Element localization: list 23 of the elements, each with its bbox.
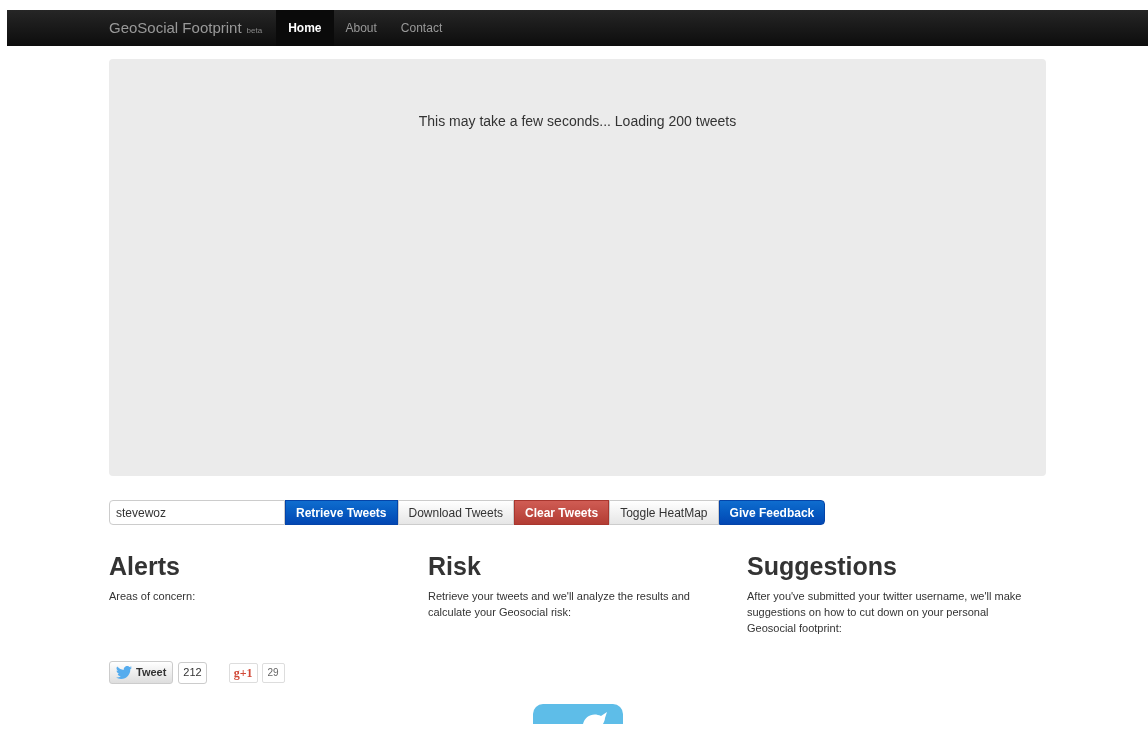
section-heading: Alerts: [109, 551, 181, 581]
plus-one-count: 29: [261, 662, 285, 683]
action-button[interactable]: Give Feedback: [718, 500, 826, 525]
section-text: Areas of concern:: [109, 589, 197, 604]
nav-link[interactable]: Home: [276, 10, 334, 46]
nav-link[interactable]: Contact: [388, 10, 455, 46]
beta-label: beta: [246, 24, 263, 37]
section-text: After you've submitted your twitter username, we'll make suggestions on how to cut down on your personal Geosocial footprint:: [747, 589, 1023, 636]
username-field[interactable]: stevewoz: [109, 500, 285, 525]
plus-one-button[interactable]: g+1: [228, 662, 258, 683]
section-heading: Suggestions: [747, 551, 898, 581]
bird-icon: [116, 666, 132, 679]
action-button[interactable]: Download Tweets: [397, 500, 514, 525]
section-text: Retrieve your tweets and we'll analyze the results and calculate your Geosocial risk:: [428, 589, 691, 620]
loading-message: This may take a few seconds... Loading 200 tweets: [418, 112, 737, 131]
action-button[interactable]: Toggle HeatMap: [609, 500, 719, 525]
action-button[interactable]: Retrieve Tweets: [285, 500, 398, 525]
action-button[interactable]: Clear Tweets: [514, 500, 610, 525]
tweet-button[interactable]: Tweet: [109, 661, 174, 684]
section-heading: Risk: [428, 551, 482, 581]
nav-link[interactable]: About: [333, 10, 389, 46]
brand-title[interactable]: GeoSocial Footprint: [109, 16, 242, 40]
tweet-count: 212: [178, 661, 207, 684]
